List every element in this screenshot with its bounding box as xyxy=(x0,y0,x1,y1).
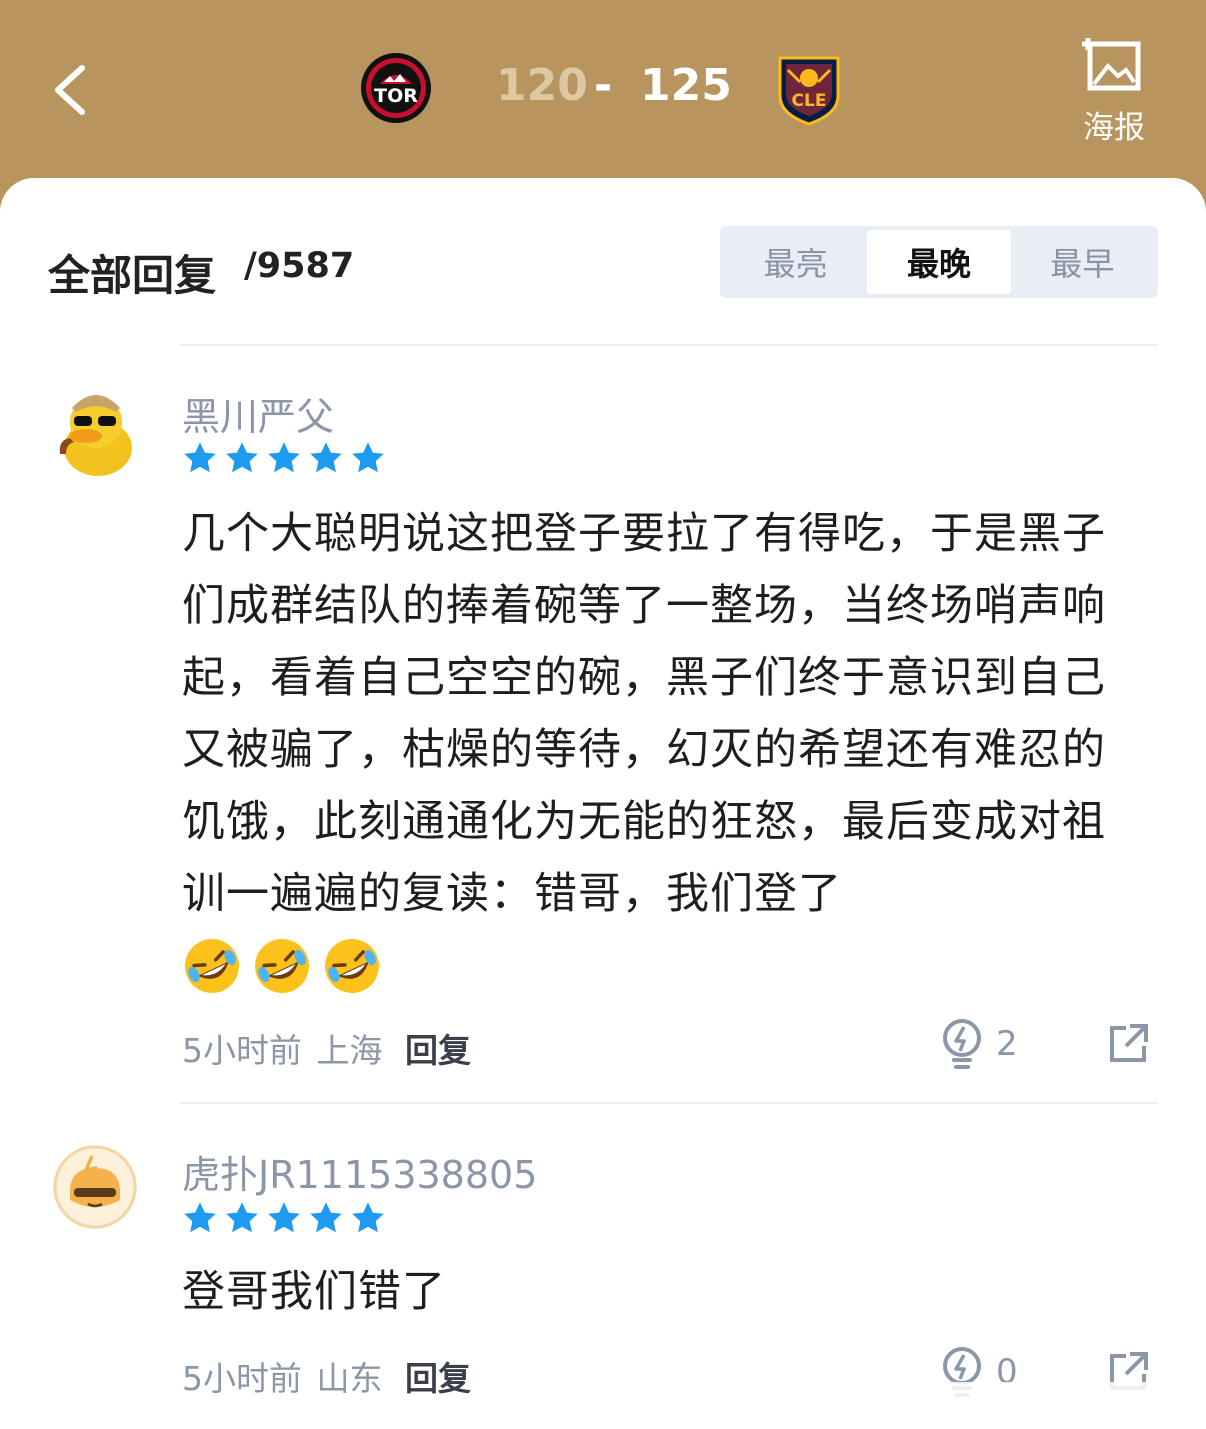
tab-earliest[interactable]: 最早 xyxy=(1011,230,1154,294)
svg-text:CLE: CLE xyxy=(792,91,827,111)
home-score: 120 xyxy=(496,60,588,111)
replies-title: 全部回复 xyxy=(48,251,217,300)
rofl-emoji xyxy=(325,939,379,993)
star-icon xyxy=(226,1202,258,1233)
sort-tabs: 最亮 最晚 最早 xyxy=(720,226,1158,298)
star-icon xyxy=(268,1202,300,1233)
away-score: 125 xyxy=(640,60,732,111)
reply-button[interactable]: 回复 xyxy=(405,1359,471,1398)
poster-button[interactable]: 海报 xyxy=(1072,34,1156,146)
poster-label: 海报 xyxy=(1083,110,1145,146)
comment-meta: 5小时前 上海 回复 xyxy=(182,1024,475,1072)
star-icon xyxy=(184,442,216,473)
comment-time: 5小时前 xyxy=(182,1031,302,1070)
comment-meta: 5小时前 山东 回复 xyxy=(182,1352,475,1400)
comment-location: 上海 xyxy=(316,1031,383,1070)
tab-latest[interactable]: 最晚 xyxy=(867,230,1011,294)
rofl-emoji xyxy=(185,939,239,993)
comment-username[interactable]: 虎扑JR1115338805 xyxy=(182,1144,537,1199)
duck-detective-avatar[interactable] xyxy=(48,382,144,478)
comment-location: 山东 xyxy=(316,1359,383,1398)
cle-team-logo[interactable]: CLE xyxy=(774,52,844,126)
lightbulb-icon xyxy=(943,1019,981,1069)
like-button[interactable]: 2 xyxy=(940,1018,1018,1070)
rating-stars xyxy=(182,1200,386,1236)
comment-username[interactable]: 黑川严父 xyxy=(182,386,334,441)
svg-text:TOR: TOR xyxy=(374,85,418,107)
replies-count: /9587 xyxy=(244,246,355,286)
star-icon xyxy=(310,442,342,473)
back-arrow-icon xyxy=(55,65,85,115)
tor-team-logo[interactable]: TOR xyxy=(360,52,432,124)
share-icon[interactable] xyxy=(1106,1022,1150,1066)
score-separator: - xyxy=(594,60,613,111)
comment-text: 登哥我们错了 xyxy=(182,1267,446,1317)
tab-brightest[interactable]: 最亮 xyxy=(724,230,867,294)
reply-button[interactable]: 回复 xyxy=(405,1031,471,1070)
rating-stars xyxy=(182,440,386,476)
rofl-emoji xyxy=(255,939,309,993)
image-icon xyxy=(1082,38,1141,91)
star-icon xyxy=(352,1202,384,1233)
divider xyxy=(180,344,1158,346)
star-icon xyxy=(184,1202,216,1233)
star-icon xyxy=(226,442,258,473)
watermark-overlay xyxy=(816,1382,1191,1418)
divider xyxy=(180,1102,1158,1104)
comment-text: 几个大聪明说这把登子要拉了有得吃，于是黑子们成群结队的捧着碗等了一整场，当终场哨… xyxy=(182,509,1106,919)
like-count: 2 xyxy=(996,1024,1018,1064)
replies-card: 全部回复 /9587 最亮 最晚 最早 黑川严父 几个大聪明说这把登子要拉了有得… xyxy=(0,178,1206,1429)
star-icon xyxy=(268,442,300,473)
star-icon xyxy=(310,1202,342,1233)
emoji-row xyxy=(182,936,382,996)
comment-time: 5小时前 xyxy=(182,1359,302,1398)
game-header: TOR 120 - 125 CLE 海报 xyxy=(0,0,1206,185)
back-button[interactable] xyxy=(40,50,110,130)
star-icon xyxy=(352,442,384,473)
default-sunglasses-avatar[interactable] xyxy=(52,1144,138,1230)
